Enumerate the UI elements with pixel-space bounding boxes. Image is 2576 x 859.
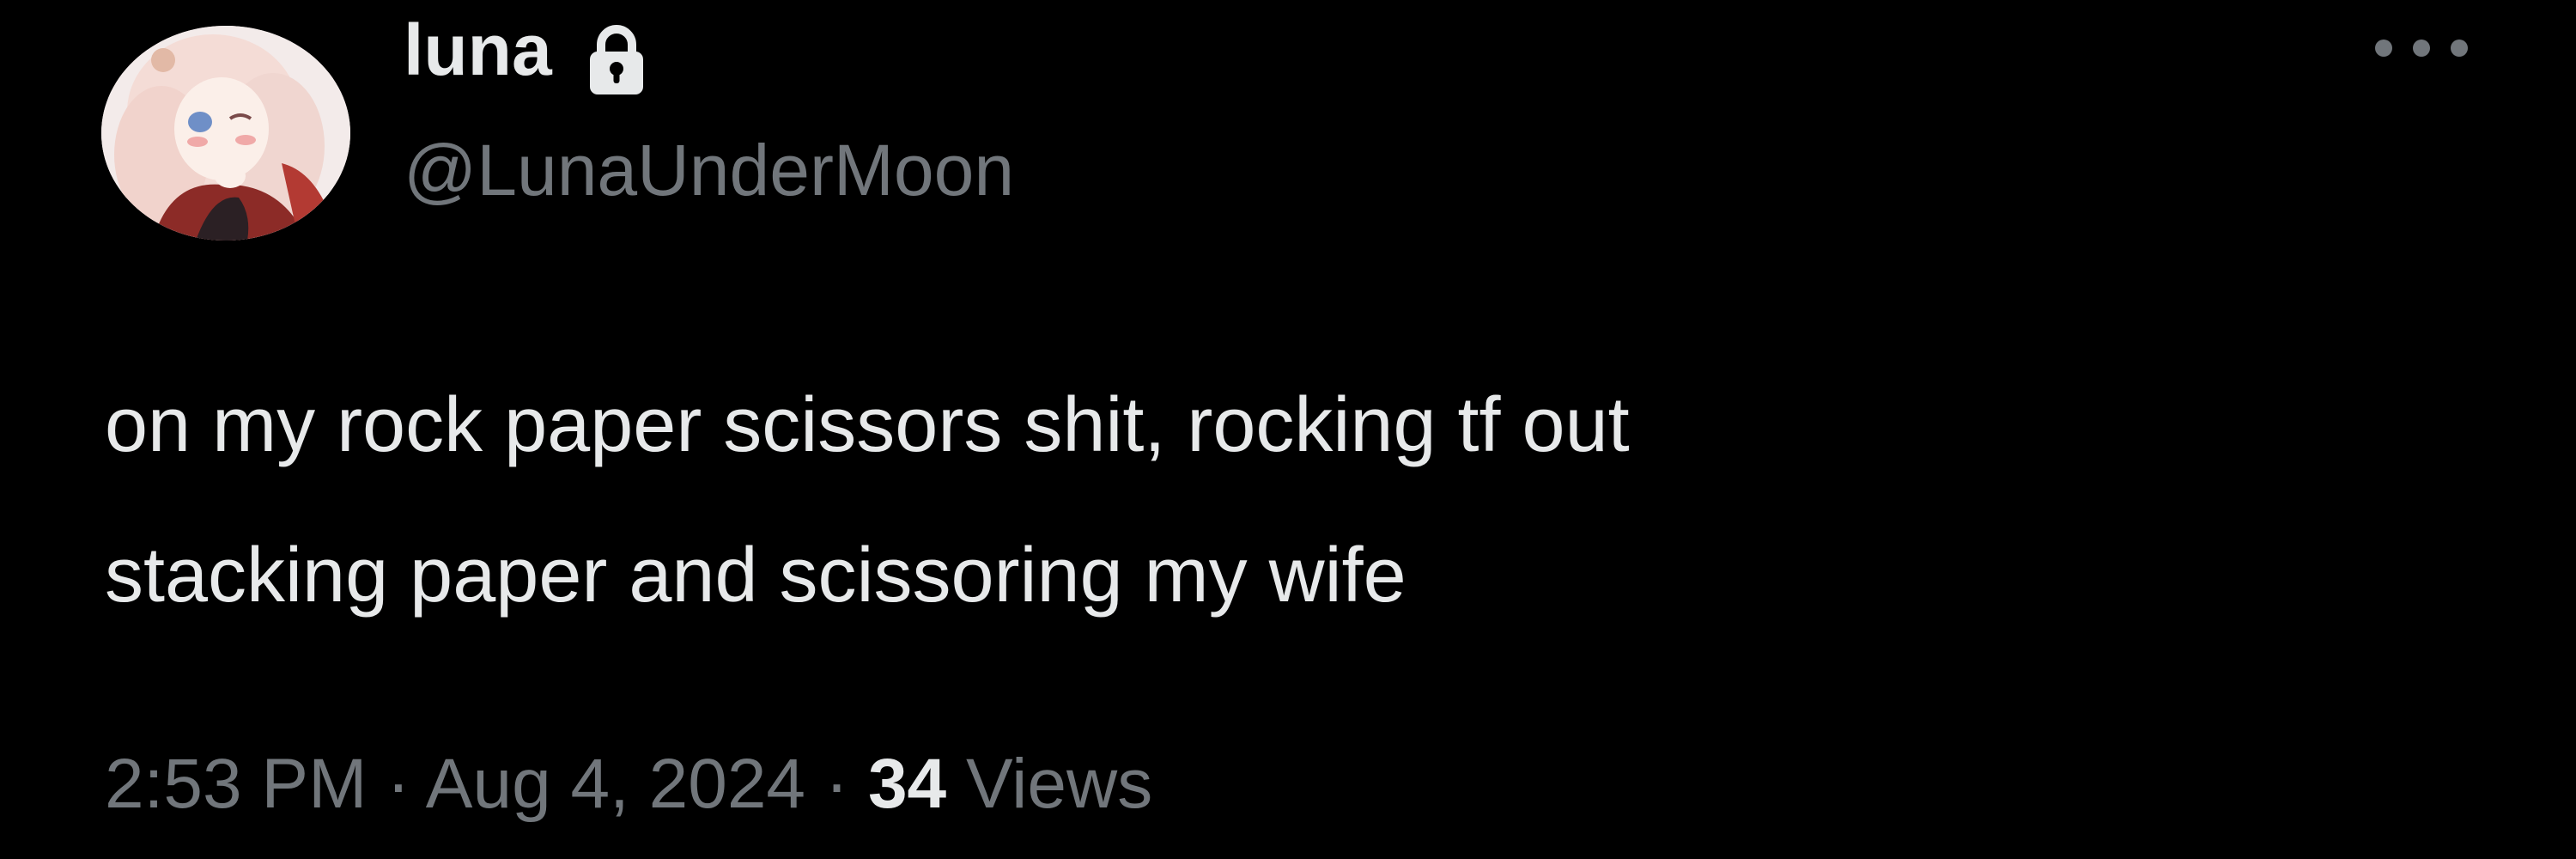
display-name[interactable]: luna	[404, 7, 552, 93]
meta-separator: ·	[386, 745, 410, 823]
views-count[interactable]: 34	[868, 745, 946, 823]
more-horizontal-icon-dot	[2451, 40, 2468, 57]
more-horizontal-icon-dot	[2413, 40, 2430, 57]
avatar[interactable]	[101, 26, 350, 241]
views-label[interactable]: Views	[966, 745, 1152, 823]
more-options-button[interactable]	[2370, 22, 2473, 74]
tweet-meta: 2:53 PM · Aug 4, 2024 · 34 Views	[105, 737, 1152, 832]
display-name-row[interactable]: luna	[404, 7, 653, 94]
tweet-text-line: on my rock paper scissors shit, rocking …	[105, 382, 1630, 468]
meta-separator: ·	[824, 745, 849, 823]
tweet-text-line: stacking paper and scissoring my wife	[105, 533, 1406, 618]
tweet-text: on my rock paper scissors shit, rocking …	[105, 350, 2423, 651]
more-horizontal-icon-dot	[2375, 40, 2392, 57]
avatar-image	[101, 26, 350, 241]
tweet-card: luna @LunaUnderMoon on my rock paper sci…	[0, 0, 2576, 859]
lock-icon	[590, 25, 644, 94]
tweet-time[interactable]: 2:53 PM	[105, 745, 367, 823]
tweet-date[interactable]: Aug 4, 2024	[426, 745, 805, 823]
user-handle[interactable]: @LunaUnderMoon	[404, 127, 1014, 213]
